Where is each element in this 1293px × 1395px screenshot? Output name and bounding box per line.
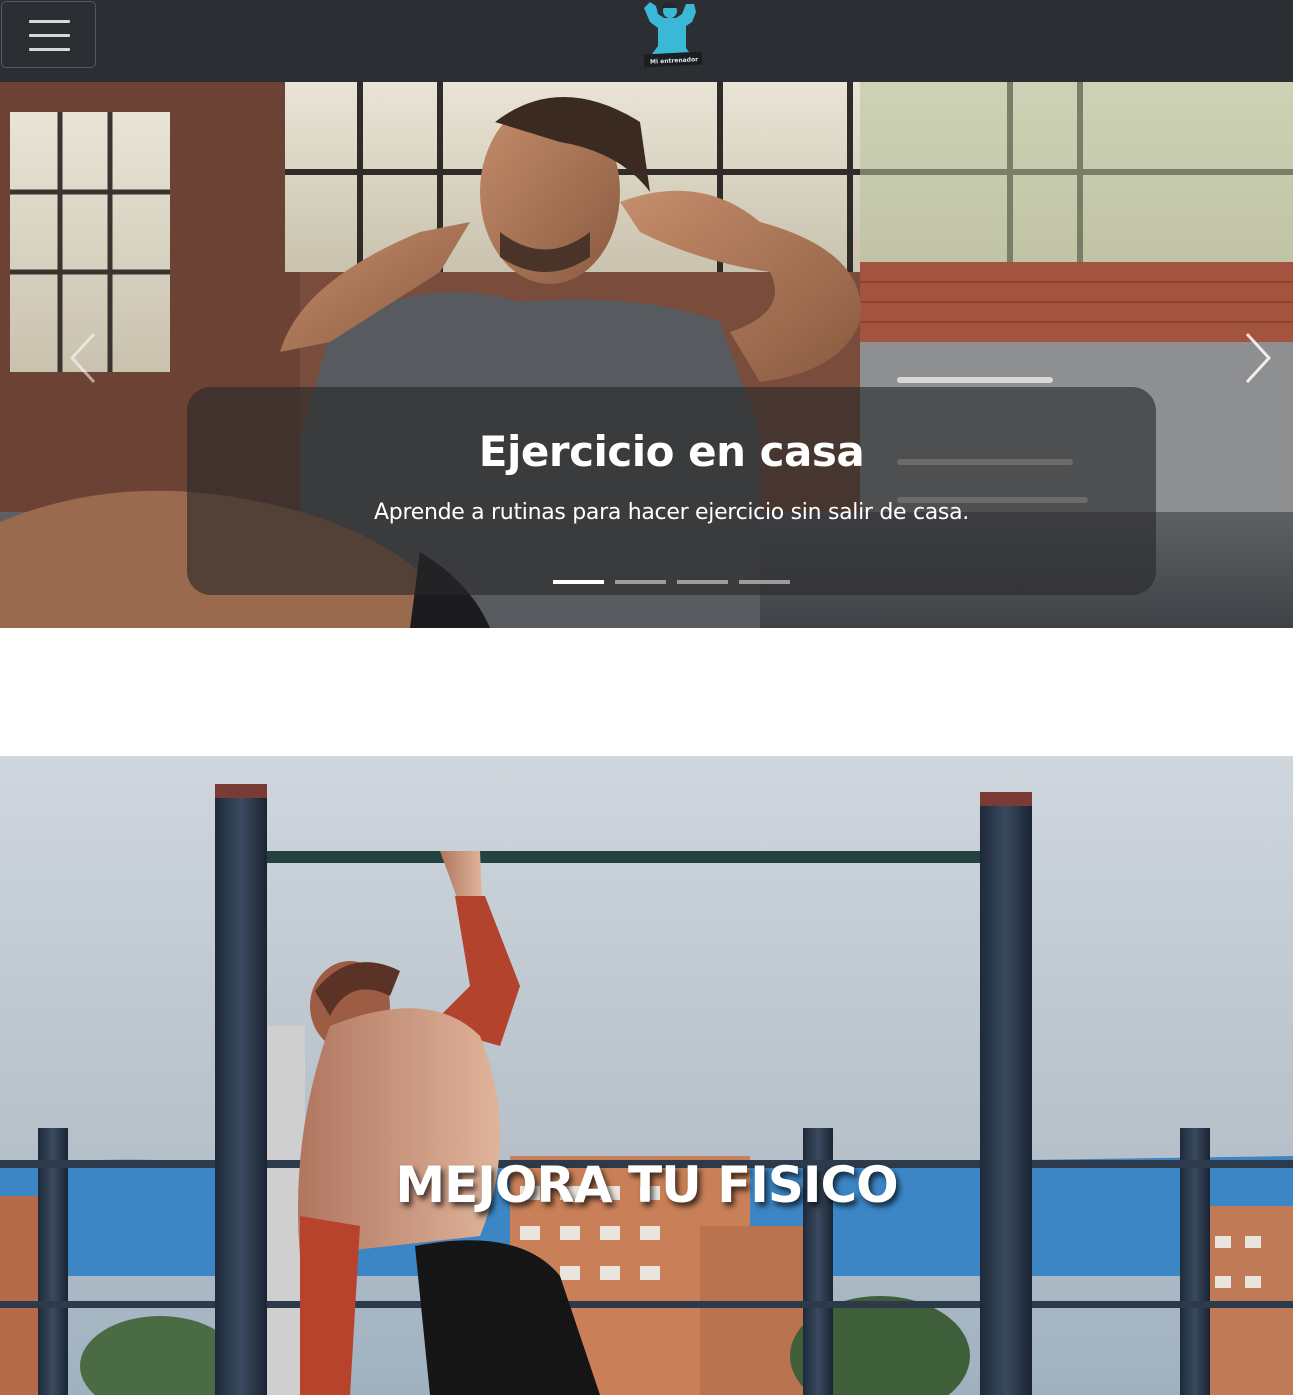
carousel-indicators	[187, 580, 1156, 584]
chevron-right-icon	[1245, 332, 1272, 384]
carousel-caption: Ejercicio en casa Aprende a rutinas para…	[187, 387, 1156, 595]
hero-section: MEJORA TU FISICO	[0, 756, 1293, 1395]
carousel-next-button[interactable]	[1237, 330, 1277, 386]
carousel-slide-text: Aprende a rutinas para hacer ejercicio s…	[374, 500, 969, 525]
brand-logo-link[interactable]: Mi entrenador	[636, 0, 704, 70]
hero-background-image	[0, 756, 1293, 1395]
carousel-indicator-3[interactable]	[677, 580, 728, 584]
carousel-indicator-4[interactable]	[739, 580, 790, 584]
navbar-toggler-button[interactable]	[1, 1, 96, 68]
chevron-left-icon	[69, 332, 96, 384]
hero-carousel: Ejercicio en casa Aprende a rutinas para…	[0, 82, 1293, 628]
carousel-indicator-2[interactable]	[615, 580, 666, 584]
navbar: Mi entrenador	[0, 0, 1293, 82]
carousel-indicator-1[interactable]	[553, 580, 604, 584]
flexing-man-logo: Mi entrenador	[643, 2, 703, 68]
carousel-prev-button[interactable]	[64, 330, 104, 386]
hero-title: MEJORA TU FISICO	[395, 1156, 898, 1214]
carousel-slide-title: Ejercicio en casa	[478, 427, 865, 476]
